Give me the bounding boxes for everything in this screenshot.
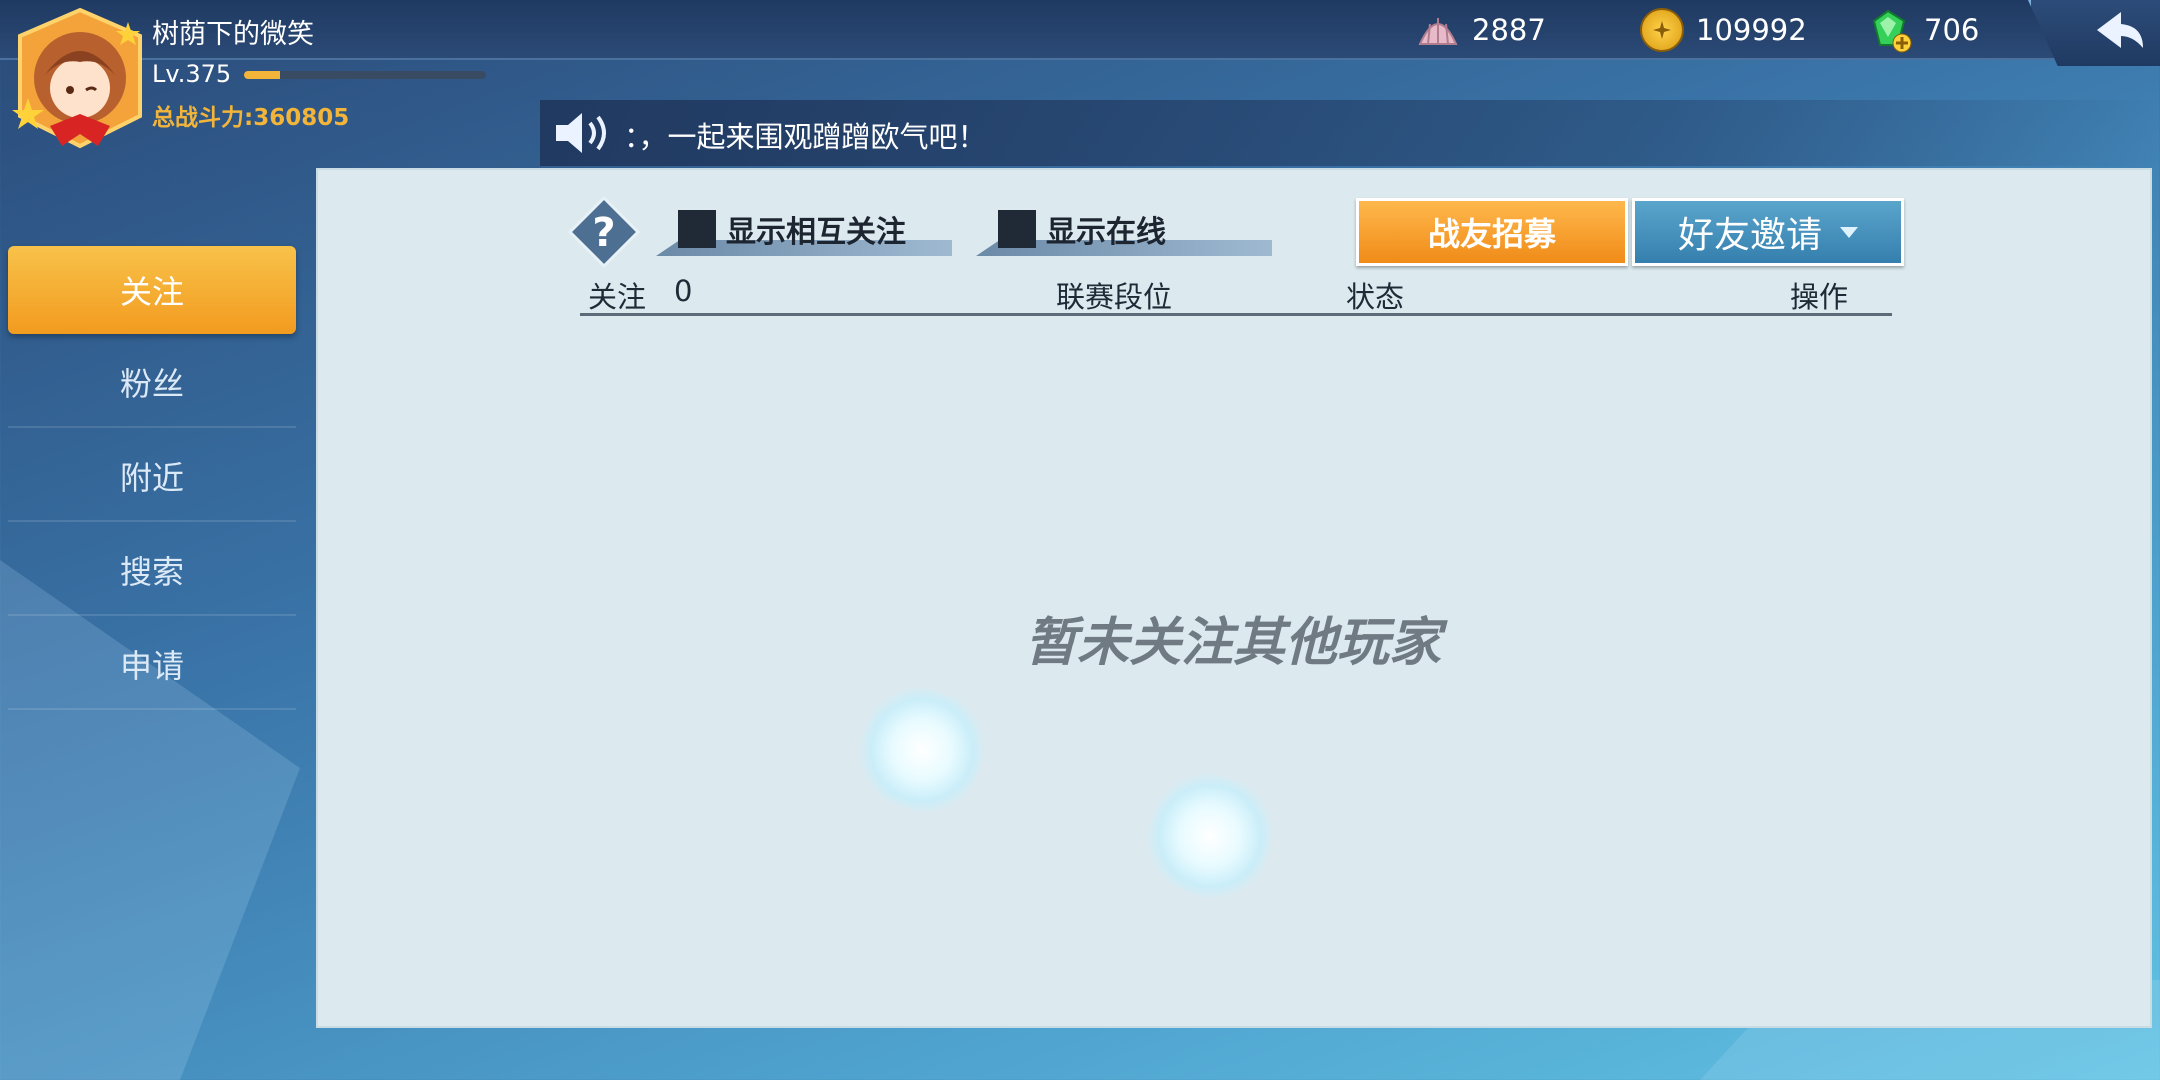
online-toggle[interactable]: 显示在线: [998, 206, 1166, 252]
sidebar-item-following[interactable]: 关注: [8, 246, 296, 334]
sidebar-item-label: 粉丝: [119, 365, 184, 403]
sidebar-item-nearby[interactable]: 附近: [8, 432, 296, 522]
announcement-bar: ：，一起来围观蹭蹭欧气吧！: [540, 100, 2160, 166]
gem-plus-icon[interactable]: [1866, 7, 1912, 53]
top-bar: [0, 0, 2160, 60]
sidebar-item-label: 搜索: [119, 553, 184, 591]
help-icon[interactable]: ?: [568, 196, 640, 268]
mutual-follow-label: 显示相互关注: [726, 215, 906, 250]
player-level: Lv.375: [152, 60, 232, 88]
shell-amount: 2887: [1472, 13, 1546, 47]
xp-bar-fill: [244, 71, 281, 79]
svg-text:?: ?: [592, 210, 615, 256]
sidebar-item-fans[interactable]: 粉丝: [8, 338, 296, 428]
back-arrow-icon: [2097, 12, 2143, 48]
empty-state-message: 暂未关注其他玩家: [1024, 613, 1441, 673]
follow-count: 0: [674, 274, 693, 308]
recruit-button[interactable]: 战友招募: [1356, 198, 1628, 266]
gem-currency[interactable]: 706: [1866, 7, 1980, 53]
gold-currency[interactable]: 109992: [1640, 8, 1807, 52]
announcement-text: ：，一起来围观蹭蹭欧气吧！: [624, 120, 987, 154]
xp-bar: [244, 71, 486, 79]
sidebar-item-label: 关注: [119, 273, 184, 311]
mutual-follow-toggle[interactable]: 显示相互关注: [678, 206, 906, 252]
col-status-header: 状态: [1346, 280, 1405, 314]
header-divider: [580, 313, 1892, 316]
shell-icon: [1418, 18, 1458, 45]
gem-amount: 706: [1924, 13, 1980, 47]
col-follow-header: 关注: [588, 280, 647, 314]
gold-coin-icon: [1640, 8, 1684, 52]
invite-label: 好友邀请: [1677, 215, 1822, 256]
player-name: 树荫下的微笑: [152, 19, 314, 50]
recruit-label: 战友招募: [1427, 215, 1556, 253]
online-label: 显示在线: [1046, 215, 1166, 250]
sidebar-item-label: 附近: [119, 459, 184, 497]
total-power: 总战斗力:360805: [152, 105, 350, 131]
col-action-header: 操作: [1790, 280, 1849, 314]
online-checkbox[interactable]: [998, 210, 1036, 248]
col-rank-header: 联赛段位: [1056, 280, 1173, 314]
shell-currency[interactable]: 2887: [1416, 8, 1546, 52]
gold-amount: 109992: [1696, 13, 1807, 47]
chevron-down-icon: [1840, 226, 1858, 238]
invite-friend-button[interactable]: 好友邀请: [1632, 198, 1904, 266]
player-avatar[interactable]: [10, 6, 150, 154]
speaker-icon: [556, 113, 606, 153]
mutual-follow-checkbox[interactable]: [678, 210, 716, 248]
